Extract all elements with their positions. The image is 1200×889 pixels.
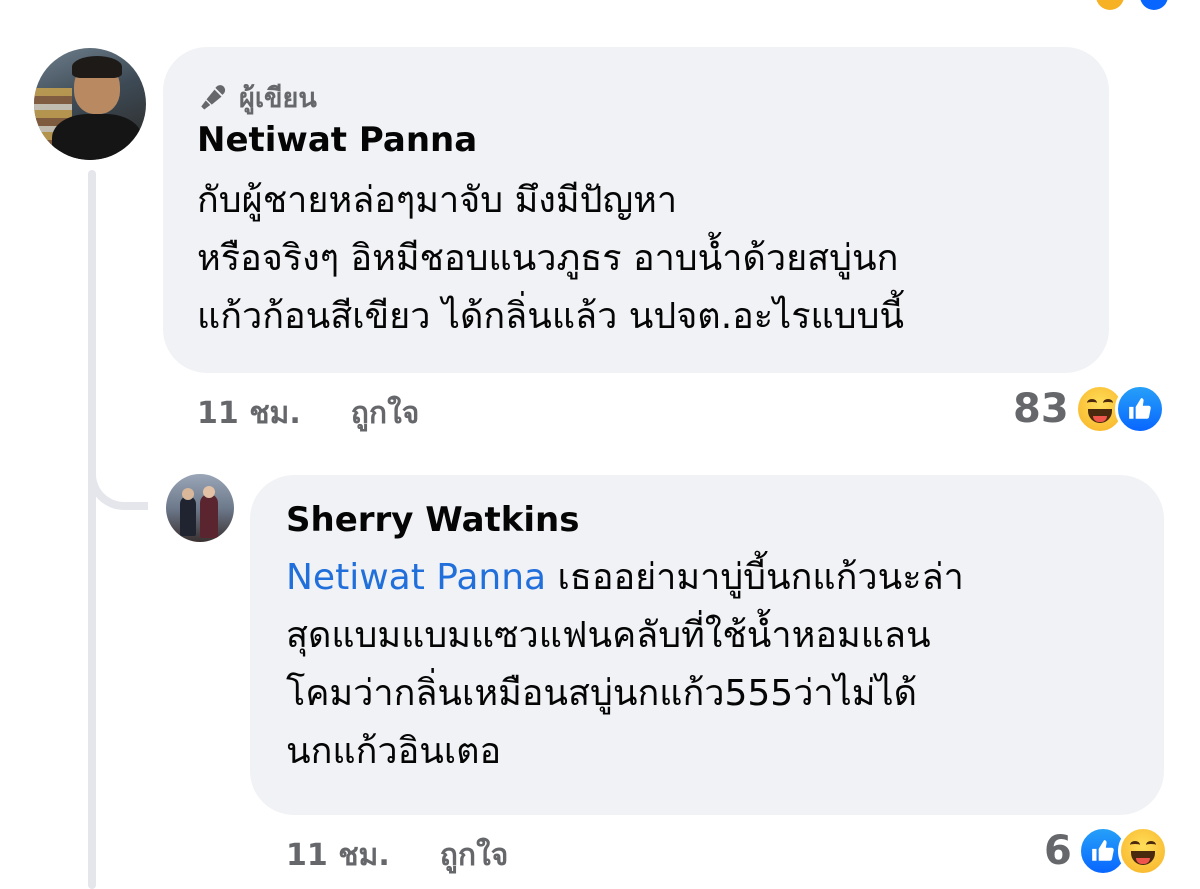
thread-line	[88, 170, 96, 889]
reply-connector	[88, 420, 148, 510]
reaction-count: 83	[1013, 386, 1069, 432]
comment-text: กับผู้ชายหล่อๆมาจับ มึงมีปัญหา หรือจริงๆ…	[197, 180, 905, 337]
haha-icon	[1117, 826, 1168, 876]
avatar[interactable]	[34, 48, 146, 160]
author-badge-label: ผู้เขียน	[239, 83, 317, 114]
like-icon	[1114, 384, 1165, 434]
comment-actions: 11 ชม. ถูกใจ	[197, 390, 419, 437]
like-icon	[1140, 0, 1168, 10]
microphone-icon	[201, 84, 226, 109]
like-button[interactable]: ถูกใจ	[440, 832, 509, 879]
reply-text: Netiwat Panna เธออย่ามาบู่บี้นกแก้วนะล่า…	[286, 549, 1156, 781]
author-badge: ผู้เขียน	[199, 76, 317, 119]
reaction-summary[interactable]: 83	[1013, 384, 1165, 434]
reaction-summary[interactable]: 6	[1044, 826, 1168, 876]
haha-icon	[1096, 0, 1124, 10]
reply-actions: 11 ชม. ถูกใจ	[286, 832, 508, 879]
commenter-name[interactable]: Sherry Watkins	[286, 500, 579, 540]
reaction-count: 6	[1044, 828, 1072, 874]
previous-comment-cutoff	[0, 0, 1200, 10]
mention-link[interactable]: Netiwat Panna	[286, 557, 546, 598]
like-button[interactable]: ถูกใจ	[351, 390, 420, 437]
avatar[interactable]	[166, 474, 234, 542]
comment-time[interactable]: 11 ชม.	[197, 390, 301, 437]
comment-time[interactable]: 11 ชม.	[286, 832, 390, 879]
commenter-name[interactable]: Netiwat Panna	[197, 120, 477, 160]
